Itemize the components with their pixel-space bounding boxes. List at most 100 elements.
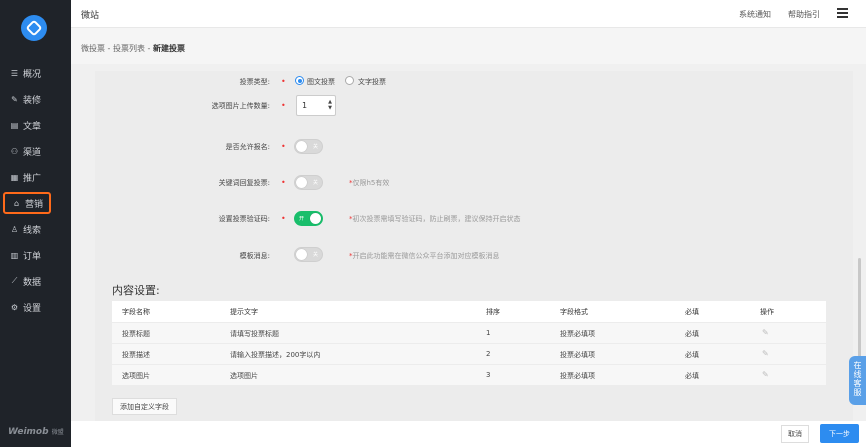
sidebar-item-promote[interactable]: ▦ 推广	[3, 166, 51, 188]
table-row: 选项图片 选项图片 3 投票必填项 必填 ✎	[112, 364, 826, 385]
marketing-icon: ⌂	[13, 198, 20, 208]
col-field-name: 字段名称	[122, 308, 150, 316]
sidebar-item-label: 线索	[23, 225, 42, 236]
field-format: 投票必填项	[560, 372, 595, 380]
sidebar-item-overview[interactable]: ☰ 概况	[3, 62, 51, 84]
col-order: 排序	[486, 308, 500, 316]
sidebar-item-data[interactable]: ⟋ 数据	[3, 270, 51, 292]
table-row: 投票描述 请输入投票描述，200字以内 2 投票必填项 必填 ✎	[112, 343, 826, 364]
toggle-text: 关	[312, 144, 318, 150]
breadcrumb-current: 新建投票	[152, 44, 185, 53]
image-count-stepper[interactable]: 1 ▲ ▼	[296, 95, 336, 116]
brand-name-cn: 微盟	[51, 429, 64, 436]
image-count-label: 选项图片上传数量:	[211, 102, 270, 110]
toggle-text: 关	[312, 252, 318, 258]
field-name: 投票描述	[122, 351, 150, 359]
template-msg-label: 模板消息:	[239, 252, 270, 260]
sidebar-item-marketing[interactable]: ⌂ 营销	[3, 192, 51, 214]
sidebar-item-label: 订单	[23, 251, 42, 262]
radio-image-vote[interactable]	[295, 76, 304, 85]
toggle-text: 开	[299, 216, 305, 222]
settings-icon: ⚙	[10, 302, 19, 312]
hint-text: 仅限h5有效	[352, 179, 390, 187]
overview-icon: ☰	[10, 68, 19, 78]
add-custom-field-button[interactable]: 添加自定义字段	[112, 398, 177, 415]
promote-icon: ▦	[10, 172, 19, 182]
cancel-button[interactable]: 取消	[781, 425, 809, 443]
field-order: 1	[486, 329, 491, 337]
content-settings-title: 内容设置:	[112, 284, 160, 297]
edit-icon[interactable]: ✎	[762, 370, 771, 379]
radio-image-vote-label: 图文投票	[307, 78, 335, 86]
sidebar-item-label: 文章	[23, 121, 42, 132]
captcha-label: 设置投票验证码:	[218, 215, 270, 223]
toggle-knob	[310, 213, 321, 224]
hint-text: 开启此功能需在微信公众平台添加对应模板消息	[352, 252, 500, 260]
brand-name: Weimob	[8, 427, 49, 437]
breadcrumb-separator: -	[144, 44, 153, 53]
allow-signup-toggle[interactable]: 关	[294, 139, 323, 154]
col-action: 操作	[760, 308, 774, 316]
field-order: 3	[486, 371, 491, 379]
sidebar-item-order[interactable]: ▥ 订单	[3, 244, 51, 266]
page-title: 微站	[81, 11, 100, 21]
sidebar-item-article[interactable]: ▤ 文章	[3, 114, 51, 136]
toggle-knob	[296, 141, 307, 152]
sidebar-item-label: 数据	[23, 277, 42, 288]
required-mark: •	[281, 142, 286, 151]
required-mark: •	[281, 178, 286, 187]
footer-bar	[71, 421, 866, 447]
sidebar-item-leads[interactable]: ♙ 线索	[3, 218, 51, 240]
table-header: 字段名称 提示文字 排序 字段格式 必填 操作	[112, 301, 826, 322]
field-name: 投票标题	[122, 330, 150, 338]
system-notify-link[interactable]: 系统通知	[739, 9, 771, 20]
captcha-toggle[interactable]: 开	[294, 211, 323, 226]
stepper-arrows-icon[interactable]: ▲ ▼	[328, 99, 332, 111]
sidebar-item-label: 渠道	[23, 147, 42, 158]
template-msg-toggle[interactable]: 关	[294, 247, 323, 262]
field-format: 投票必填项	[560, 330, 595, 338]
required-mark: •	[281, 77, 286, 86]
hint-text: 初次投票需填写验证码，防止刷票，建议保持开启状态	[352, 215, 521, 223]
app-logo-icon[interactable]	[21, 15, 47, 41]
breadcrumb-vote-list[interactable]: 投票列表	[113, 44, 145, 53]
sidebar-item-label: 设置	[23, 303, 42, 314]
col-format: 字段格式	[560, 308, 588, 316]
field-hint: 请填写投票标题	[230, 330, 279, 338]
table-row: 投票标题 请填写投票标题 1 投票必填项 必填 ✎	[112, 322, 826, 343]
toggle-knob	[296, 249, 307, 260]
next-step-button[interactable]: 下一步	[820, 424, 859, 443]
data-icon: ⟋	[11, 276, 18, 285]
leads-icon: ♙	[10, 224, 19, 234]
fields-table: 字段名称 提示文字 排序 字段格式 必填 操作 投票标题 请填写投票标题 1 投…	[112, 301, 826, 385]
radio-text-vote[interactable]	[345, 76, 354, 85]
col-required: 必填	[685, 308, 699, 316]
col-hint-text: 提示文字	[230, 308, 258, 316]
captcha-hint: *初次投票需填写验证码，防止刷票，建议保持开启状态	[349, 214, 521, 224]
sidebar-item-settings[interactable]: ⚙ 设置	[3, 296, 51, 318]
breadcrumb-vote[interactable]: 微投票	[81, 44, 105, 53]
sidebar-item-decorate[interactable]: ✎ 装修	[3, 88, 51, 110]
hamburger-menu-icon[interactable]	[837, 8, 848, 18]
keyword-reply-label: 关键词回复投票:	[218, 179, 270, 187]
breadcrumb-bar: 微投票 - 投票列表 - 新建投票	[71, 28, 866, 64]
online-support-tab[interactable]: 在线客服	[849, 356, 866, 405]
image-count-value: 1	[302, 101, 308, 110]
edit-icon[interactable]: ✎	[762, 349, 771, 358]
allow-signup-label: 是否允许报名:	[225, 143, 270, 151]
article-icon: ▤	[10, 120, 19, 130]
online-support-label: 在线客服	[853, 361, 862, 397]
keyword-reply-toggle[interactable]: 关	[294, 175, 323, 190]
help-guide-link[interactable]: 帮助指引	[788, 9, 820, 20]
field-hint: 选项图片	[230, 372, 258, 380]
order-icon: ▥	[10, 250, 19, 260]
field-required: 必填	[685, 351, 699, 359]
sidebar-item-channel[interactable]: ⚇ 渠道	[3, 140, 51, 162]
breadcrumb-separator: -	[105, 44, 113, 53]
toggle-text: 关	[312, 180, 318, 186]
edit-icon[interactable]: ✎	[762, 328, 771, 337]
sidebar: ☰ 概况 ✎ 装修 ▤ 文章 ⚇ 渠道 ▦ 推广 ⌂ 营销 ♙ 线索 ▥ 订单 …	[0, 0, 71, 447]
field-required: 必填	[685, 372, 699, 380]
keyword-reply-hint: *仅限h5有效	[349, 178, 389, 188]
sidebar-item-label: 概况	[23, 69, 42, 80]
